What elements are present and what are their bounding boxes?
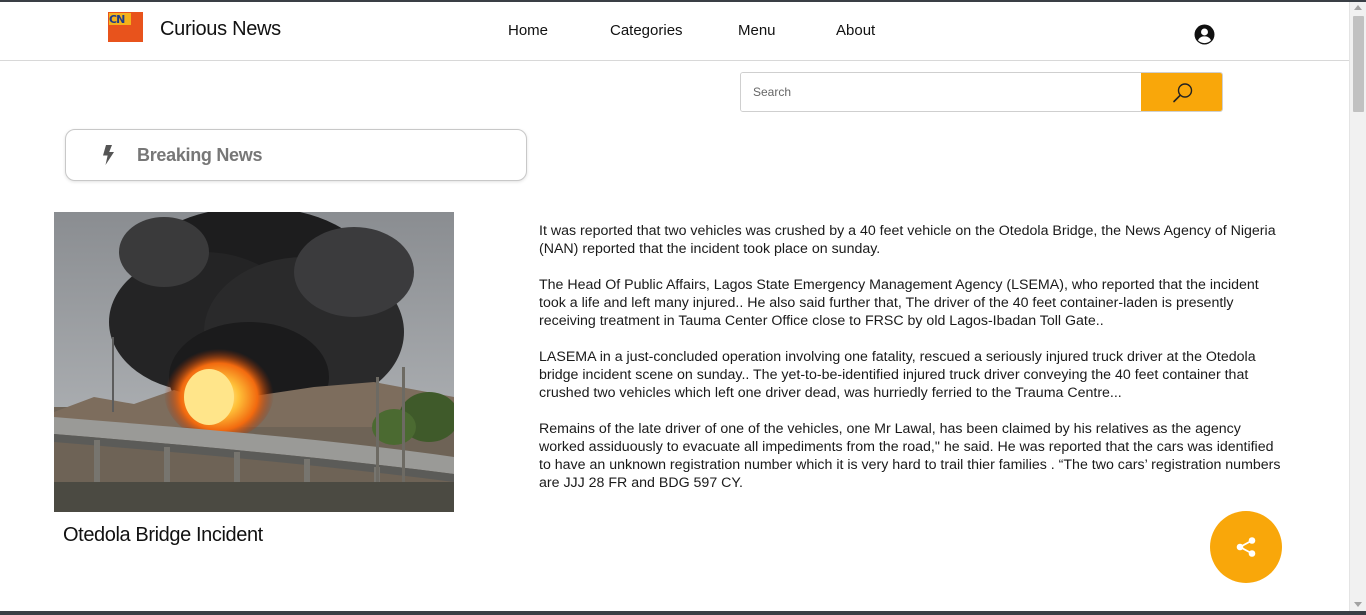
scroll-down-icon[interactable] [1354, 602, 1362, 607]
top-navbar: CN Curious News Home Categories Menu Abo… [0, 2, 1349, 61]
logo-text: CN [109, 13, 125, 26]
search-button[interactable] [1141, 73, 1222, 111]
search-bar [740, 72, 1223, 112]
scroll-up-icon[interactable] [1354, 5, 1362, 10]
nav-menu[interactable]: Menu [738, 22, 776, 39]
share-icon [1236, 537, 1256, 557]
user-circle-icon[interactable] [1194, 24, 1215, 45]
breaking-news-label: Breaking News [137, 145, 263, 165]
article-paragraph: The Head Of Public Affairs, Lagos State … [539, 277, 1259, 329]
nav-about[interactable]: About [836, 22, 875, 39]
search-icon [1173, 83, 1193, 103]
article-body: It was reported that two vehicles was cr… [539, 222, 1289, 510]
nav-home[interactable]: Home [508, 22, 548, 39]
story-caption[interactable]: Otedola Bridge Incident [63, 524, 263, 547]
page-scrollbar[interactable] [1349, 2, 1366, 611]
scrollbar-thumb[interactable] [1353, 16, 1364, 112]
nav-categories[interactable]: Categories [610, 22, 683, 39]
site-logo[interactable]: CN [108, 12, 143, 42]
brand-name[interactable]: Curious News [160, 18, 281, 41]
news-photo[interactable] [54, 212, 454, 512]
article-paragraph: It was reported that two vehicles was cr… [539, 223, 1276, 257]
article-paragraph: LASEMA in a just-concluded operation inv… [539, 349, 1256, 401]
search-input[interactable] [741, 73, 1141, 111]
bolt-icon [103, 145, 114, 165]
breaking-news-bar[interactable]: Breaking News [65, 129, 527, 181]
share-button[interactable] [1210, 511, 1282, 583]
article-paragraph: Remains of the late driver of one of the… [539, 421, 1281, 491]
fire-smoke-photo-icon [54, 212, 454, 512]
